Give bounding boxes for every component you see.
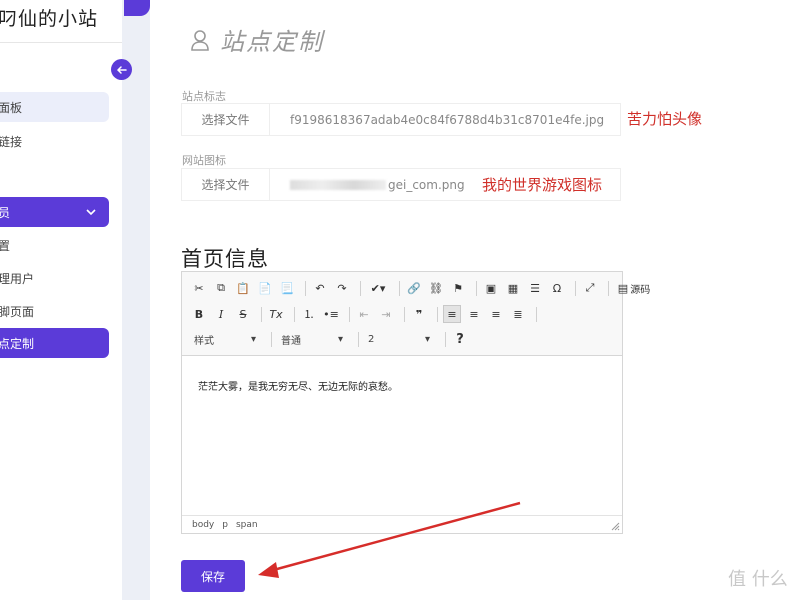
sidebar-item-dashboard[interactable]: 面板 bbox=[0, 92, 109, 122]
special-char-icon[interactable]: Ω bbox=[548, 279, 566, 297]
icon-choose-file-button[interactable]: 选择文件 bbox=[182, 169, 270, 200]
paste-text-icon[interactable]: 📄 bbox=[256, 279, 274, 297]
redacted-filename bbox=[290, 180, 386, 190]
table-icon[interactable]: ▦ bbox=[504, 279, 522, 297]
brand-divider bbox=[0, 42, 122, 43]
italic-icon[interactable]: I bbox=[212, 305, 230, 323]
user-icon bbox=[191, 29, 209, 51]
homepage-heading: 首页信息 bbox=[181, 247, 269, 271]
bold-icon[interactable]: B bbox=[190, 305, 208, 323]
outdent-icon[interactable]: ⇤ bbox=[355, 305, 373, 323]
sidebar-item-label: 面板 bbox=[0, 100, 23, 115]
strikethrough-icon[interactable]: S bbox=[234, 305, 252, 323]
maximize-icon[interactable]: ⤢ bbox=[581, 279, 599, 297]
format-select[interactable]: 普通 ▾ bbox=[277, 330, 347, 348]
source-button[interactable]: ▤ 源码 bbox=[614, 279, 654, 297]
cut-icon[interactable]: ✂ bbox=[190, 279, 208, 297]
sidebar-item-links[interactable]: 链接 bbox=[0, 126, 109, 156]
sidebar-item-admin[interactable]: 员 bbox=[0, 197, 109, 227]
help-icon[interactable]: ? bbox=[451, 330, 469, 348]
sidebar-item-users[interactable]: 理用户 bbox=[0, 263, 109, 293]
chevron-down-icon: ▾ bbox=[337, 333, 343, 345]
editor-statusbar: body p span bbox=[182, 515, 622, 533]
logo-file-input[interactable]: 选择文件 f9198618367adab4e0c84f6788d4b31c870… bbox=[181, 103, 621, 136]
sidebar-gutter bbox=[122, 0, 150, 600]
style-select[interactable]: 样式 ▾ bbox=[190, 330, 260, 348]
anchor-flag-icon[interactable]: ⚑ bbox=[449, 279, 467, 297]
remove-format-icon[interactable]: Tx bbox=[267, 305, 285, 323]
watermark: 值 什么 bbox=[728, 569, 788, 590]
sidebar-item-label: 员 bbox=[0, 205, 11, 220]
chevron-down-icon bbox=[86, 209, 96, 216]
page-title: 站点定制 bbox=[190, 22, 324, 57]
redo-icon[interactable]: ↷ bbox=[333, 279, 351, 297]
path-p[interactable]: p bbox=[222, 520, 228, 530]
copy-icon[interactable]: ⧉ bbox=[212, 279, 230, 297]
unlink-icon[interactable]: ⛓ bbox=[427, 279, 445, 297]
justify-icon[interactable]: ≣ bbox=[509, 305, 527, 323]
icon-annotation: 我的世界游戏图标 bbox=[482, 176, 603, 194]
sidebar: 叼仙的小站 面板 链接 员 置 理用户 脚页面 点定制 bbox=[0, 0, 122, 600]
horizontal-rule-icon[interactable]: ☰ bbox=[526, 279, 544, 297]
save-button[interactable]: 保存 bbox=[181, 560, 245, 592]
rich-text-editor[interactable]: ✂ ⧉ 📋 📄 📃 ↶ ↷ ✔▾ 🔗 ⛓ ⚑ ▣ ▦ ☰ Ω ⤢ ▤ 源码 B … bbox=[181, 271, 650, 534]
format-select-value: 普通 bbox=[281, 335, 301, 347]
paste-icon[interactable]: 📋 bbox=[234, 279, 252, 297]
source-label: 源码 bbox=[630, 284, 651, 296]
undo-icon[interactable]: ↶ bbox=[311, 279, 329, 297]
path-body[interactable]: body bbox=[192, 520, 214, 530]
icon-label: 网站图标 bbox=[182, 154, 226, 167]
image-icon[interactable]: ▣ bbox=[482, 279, 500, 297]
logo-file-name: f9198618367adab4e0c84f6788d4b31c8701e4fe… bbox=[290, 112, 605, 127]
bulleted-list-icon[interactable]: •≡ bbox=[322, 305, 340, 323]
sidebar-item-label: 理用户 bbox=[0, 271, 35, 286]
sidebar-item-site-custom[interactable]: 点定制 bbox=[0, 328, 109, 358]
sidebar-item-settings[interactable]: 置 bbox=[0, 230, 109, 260]
link-icon[interactable]: 🔗 bbox=[405, 279, 423, 297]
sidebar-item-label: 脚页面 bbox=[0, 304, 35, 319]
indent-icon[interactable]: ⇥ bbox=[377, 305, 395, 323]
spellcheck-icon[interactable]: ✔▾ bbox=[366, 279, 390, 297]
arrow-left-icon bbox=[116, 65, 127, 74]
collapse-sidebar-button[interactable] bbox=[111, 59, 132, 80]
blockquote-icon[interactable]: ❞ bbox=[410, 305, 428, 323]
header-corner bbox=[124, 0, 150, 16]
font-size-value: 2 bbox=[368, 333, 375, 345]
main-content: 站点定制 站点标志 选择文件 f9198618367adab4e0c84f678… bbox=[150, 0, 800, 600]
editor-content[interactable]: 茫茫大雾，是我无穷无尽、无边无际的哀愁。 bbox=[198, 378, 398, 393]
sidebar-item-label: 置 bbox=[0, 238, 11, 253]
site-brand: 叼仙的小站 bbox=[0, 8, 99, 30]
logo-label: 站点标志 bbox=[182, 90, 226, 103]
paste-word-icon[interactable]: 📃 bbox=[278, 279, 296, 297]
toolbar-row-3: 样式 ▾ 普通 ▾ 2 ▾ ? bbox=[190, 329, 473, 349]
toolbar-row-1: ✂ ⧉ 📋 📄 📃 ↶ ↷ ✔▾ 🔗 ⛓ ⚑ ▣ ▦ ☰ Ω ⤢ ▤ 源码 bbox=[190, 278, 658, 298]
toolbar-row-2: B I S Tx ⒈ •≡ ⇤ ⇥ ❞ ≡ ≡ ≡ ≣ bbox=[190, 304, 542, 324]
editor-toolbar: ✂ ⧉ 📋 📄 📃 ↶ ↷ ✔▾ 🔗 ⛓ ⚑ ▣ ▦ ☰ Ω ⤢ ▤ 源码 B … bbox=[182, 272, 650, 356]
align-center-icon[interactable]: ≡ bbox=[465, 305, 483, 323]
icon-file-name: gei_com.png bbox=[270, 178, 465, 192]
site-customization-page: 叼仙的小站 面板 链接 员 置 理用户 脚页面 点定制 站点定制 站点标志 选择… bbox=[0, 0, 800, 600]
sidebar-item-label: 链接 bbox=[0, 134, 23, 149]
icon-file-suffix: gei_com.png bbox=[388, 177, 465, 192]
path-span[interactable]: span bbox=[236, 520, 258, 530]
align-left-icon[interactable]: ≡ bbox=[443, 305, 461, 323]
align-right-icon[interactable]: ≡ bbox=[487, 305, 505, 323]
numbered-list-icon[interactable]: ⒈ bbox=[300, 305, 318, 323]
resize-grip-icon[interactable] bbox=[611, 522, 620, 531]
chevron-down-icon: ▾ bbox=[250, 333, 256, 345]
sidebar-item-label: 点定制 bbox=[0, 336, 35, 351]
font-size-select[interactable]: 2 ▾ bbox=[364, 330, 434, 348]
logo-annotation: 苦力怕头像 bbox=[627, 110, 703, 128]
chevron-down-icon: ▾ bbox=[424, 333, 430, 345]
page-title-text: 站点定制 bbox=[220, 28, 324, 56]
style-select-value: 样式 bbox=[194, 335, 214, 347]
logo-choose-file-button[interactable]: 选择文件 bbox=[182, 104, 270, 135]
sidebar-item-footer[interactable]: 脚页面 bbox=[0, 296, 109, 326]
